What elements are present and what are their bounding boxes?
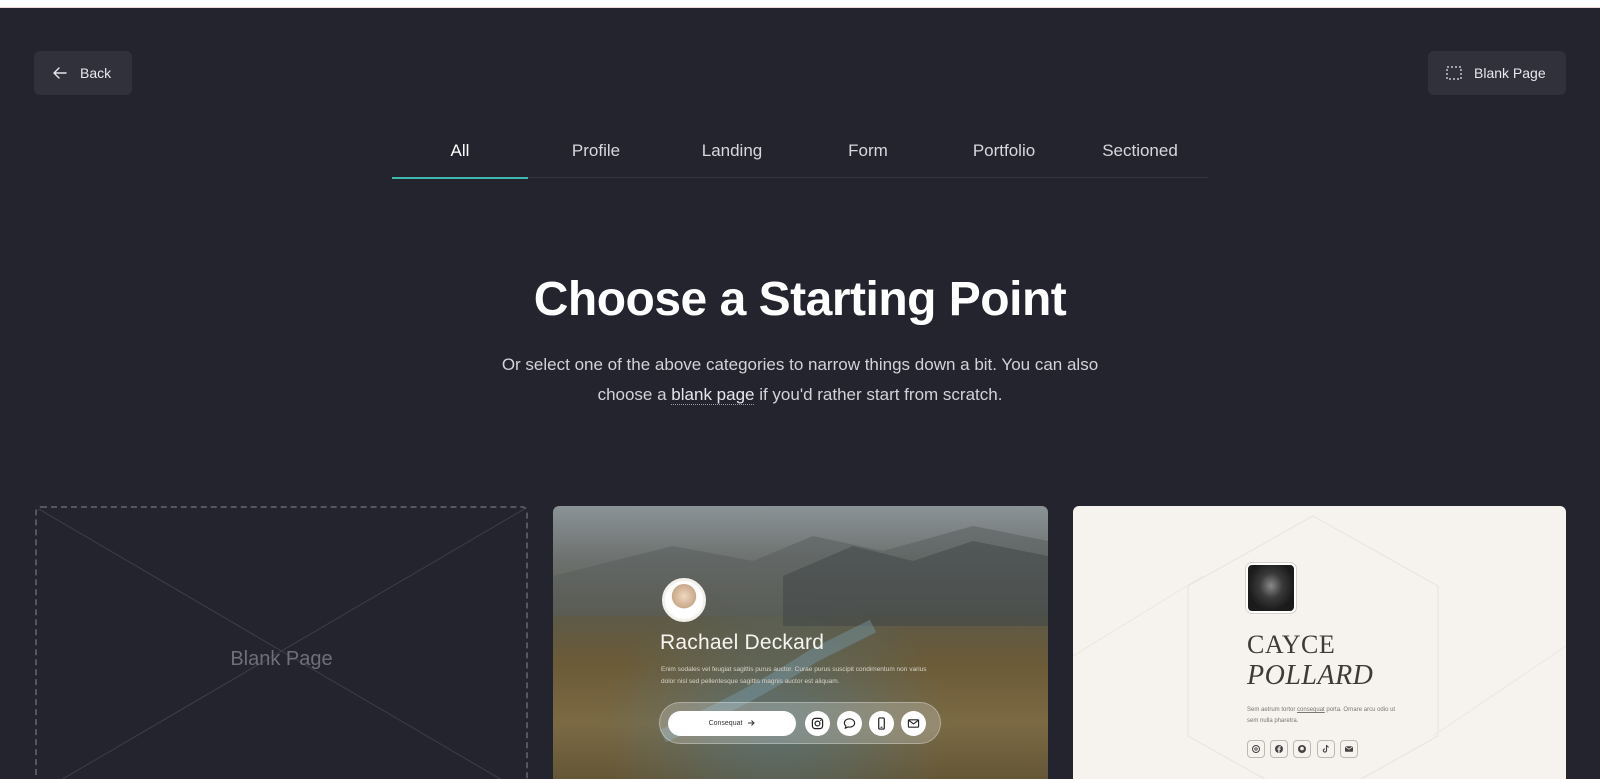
- template-card-profile[interactable]: Rachael Deckard Enim sodales vel feugiat…: [553, 506, 1048, 779]
- tab-sectioned[interactable]: Sectioned: [1072, 124, 1208, 178]
- arrow-left-icon: [52, 65, 68, 81]
- placeholder-cross-lines: [37, 508, 526, 779]
- back-button[interactable]: Back: [34, 51, 132, 95]
- phone-icon[interactable]: [869, 711, 894, 736]
- template-card-cayce[interactable]: CAYCE POLLARD Sem aetrum tortor consequa…: [1073, 506, 1566, 779]
- page-subtitle: Or select one of the above categories to…: [500, 350, 1100, 410]
- tab-portfolio[interactable]: Portfolio: [936, 124, 1072, 178]
- threads-icon[interactable]: [1247, 740, 1265, 758]
- template-card-blank[interactable]: Blank Page: [35, 506, 528, 779]
- blank-page-button-label: Blank Page: [1474, 65, 1546, 81]
- cayce-portrait: [1246, 563, 1296, 613]
- mail-icon[interactable]: [1340, 740, 1358, 758]
- chat-icon[interactable]: [837, 711, 862, 736]
- profile-cta-label: Consequat: [708, 720, 743, 727]
- cayce-name-first: CAYCE: [1247, 630, 1336, 659]
- facebook-icon[interactable]: [1270, 740, 1288, 758]
- browser-top-strip: [0, 0, 1600, 8]
- subtitle-text-end: if you'd rather start from scratch.: [754, 385, 1003, 404]
- arrow-right-icon: [747, 719, 756, 729]
- blank-page-button[interactable]: Blank Page: [1428, 51, 1566, 95]
- cayce-description: Sem aetrum tortor consequat porta. Ornar…: [1247, 705, 1407, 727]
- profile-avatar: [662, 578, 706, 622]
- blank-page-link[interactable]: blank page: [671, 385, 755, 405]
- profile-cta-button[interactable]: Consequat: [668, 711, 796, 736]
- tab-landing[interactable]: Landing: [664, 124, 800, 178]
- cayce-name-last: POLLARD: [1247, 660, 1374, 691]
- blank-card-label: Blank Page: [230, 648, 333, 670]
- tiktok-icon[interactable]: [1317, 740, 1335, 758]
- mail-icon[interactable]: [901, 711, 926, 736]
- github-icon[interactable]: [1293, 740, 1311, 758]
- tab-profile[interactable]: Profile: [528, 124, 664, 178]
- category-tabs: All Profile Landing Form Portfolio Secti…: [392, 124, 1208, 179]
- page-title: Choose a Starting Point: [533, 273, 1067, 326]
- profile-description: Enim sodales vel feugiat sagittis purus …: [661, 666, 927, 685]
- tab-form[interactable]: Form: [800, 124, 936, 178]
- cayce-description-link[interactable]: consequat: [1297, 707, 1325, 713]
- profile-name: Rachael Deckard: [660, 631, 825, 654]
- dashed-square-icon: [1446, 66, 1462, 80]
- cayce-description-start: Sem aetrum tortor: [1247, 707, 1298, 713]
- tab-all[interactable]: All: [392, 124, 528, 179]
- back-button-label: Back: [80, 65, 112, 81]
- instagram-icon[interactable]: [805, 711, 830, 736]
